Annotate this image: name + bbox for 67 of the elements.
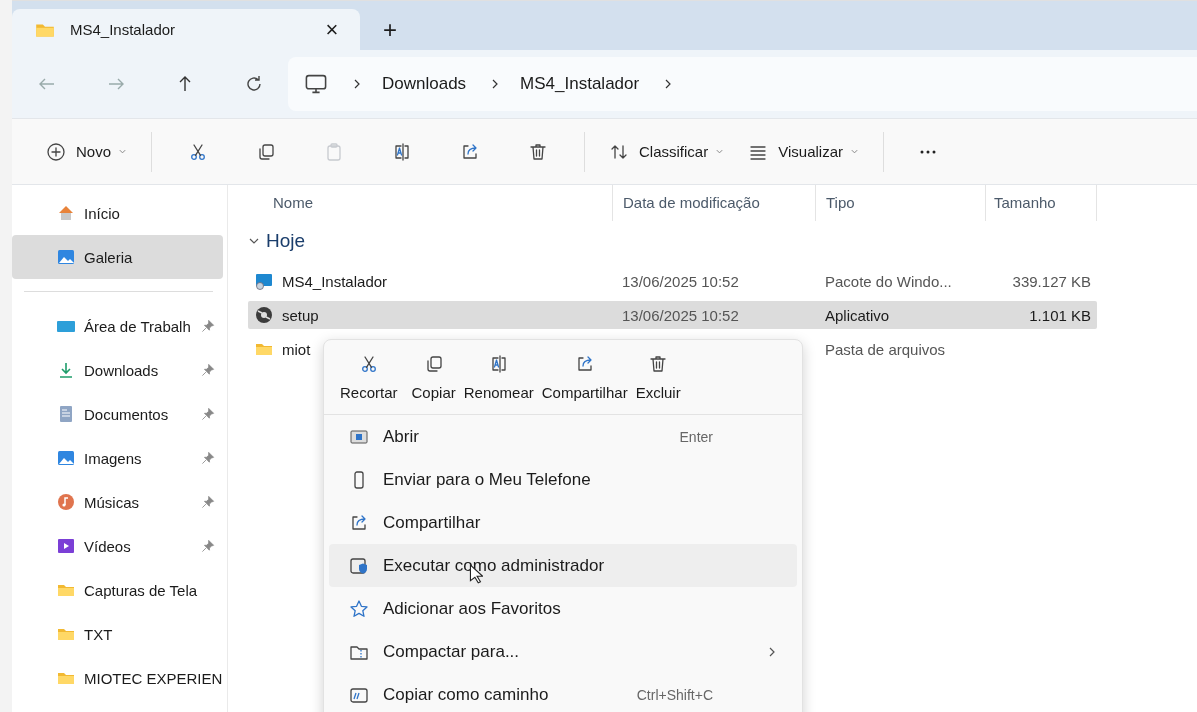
shortcut-text: Enter: [679, 428, 713, 445]
file-row[interactable]: MS4_Instalador 13/06/2025 10:52 Pacote do Windo... 339.127 KB: [248, 267, 1097, 295]
chevron-icon: [352, 79, 362, 89]
music-icon: [56, 492, 76, 512]
type-cell: Pasta de arquivos: [825, 340, 946, 358]
shortcut-text: Ctrl+Shift+C: [636, 686, 713, 703]
installer-icon: [254, 271, 274, 291]
pin-icon: [201, 319, 215, 333]
type-cell: Pacote do Windo...: [825, 272, 952, 290]
list-view-menu-button[interactable]: Visualizar: [736, 131, 871, 172]
pin-icon: [201, 451, 215, 465]
sort-menu-button[interactable]: Classificar: [597, 131, 737, 172]
close-tab-button[interactable]: ×: [318, 16, 346, 43]
file-row[interactable]: setup 13/06/2025 10:52 Aplicativo 1.101 KB: [248, 301, 1097, 329]
sidebar-item[interactable]: Início: [12, 191, 223, 235]
picture-icon: [56, 448, 76, 468]
pin-icon: [201, 495, 215, 509]
group-header[interactable]: Hoje: [248, 221, 306, 261]
plus-circle-menu-button[interactable]: Novo: [34, 131, 140, 172]
file-name: miot: [282, 340, 311, 358]
new-tab-button[interactable]: +: [360, 9, 420, 50]
address-bar[interactable]: Downloads MS4_Instalador: [288, 57, 1197, 111]
menu-item[interactable]: Abrir Enter: [329, 415, 797, 458]
type-cell: Aplicativo: [825, 306, 890, 324]
date-cell: 13/06/2025 10:52: [622, 272, 739, 290]
menu-item[interactable]: Compartilhar: [329, 501, 797, 544]
refresh-icon[interactable]: [244, 74, 264, 94]
video-icon: [56, 536, 76, 556]
caret-icon: [715, 147, 725, 156]
tab-title: MS4_Instalador: [70, 21, 177, 38]
disc-icon: [254, 305, 274, 325]
menu-item[interactable]: Enviar para o Meu Telefone: [329, 458, 797, 501]
folder-tab[interactable]: MS4_Instalador ×: [12, 9, 360, 50]
sidebar-item[interactable]: Galeria: [12, 235, 223, 279]
breadcrumb[interactable]: Downloads: [382, 74, 467, 94]
sidebar-item[interactable]: Downloads: [12, 348, 223, 392]
sidebar-item[interactable]: Documentos: [12, 392, 223, 436]
caret-icon: [850, 147, 859, 156]
column-header[interactable]: Tamanho: [985, 185, 1097, 221]
sidebar-item[interactable]: TXT: [12, 612, 223, 656]
size-cell: 339.127 KB: [1012, 272, 1091, 290]
sidebar-item[interactable]: Área de Trabalh: [12, 304, 223, 348]
caret-icon: [118, 147, 128, 156]
date-cell: 13/06/2025 10:52: [622, 306, 739, 324]
menu-item[interactable]: Adicionar aos Favoritos: [329, 587, 797, 630]
star-icon: [349, 598, 369, 619]
menu-item[interactable]: Compactar para...: [329, 630, 797, 673]
group-label: Hoje: [266, 230, 306, 252]
computer-icon: [304, 72, 328, 96]
column-header[interactable]: Data de modificação: [612, 185, 815, 221]
sidebar-item[interactable]: Capturas de Tela: [12, 568, 223, 612]
shield-icon: [349, 555, 369, 576]
sidebar-item[interactable]: Imagens: [12, 436, 223, 480]
pin-icon: [201, 539, 215, 553]
gallery-icon: [56, 247, 76, 267]
pin-icon: [201, 407, 215, 421]
breadcrumb[interactable]: MS4_Instalador: [520, 74, 640, 94]
column-header[interactable]: Tipo: [815, 185, 985, 221]
size-cell: 1.101 KB: [1029, 306, 1091, 324]
sidebar-item[interactable]: Músicas: [12, 480, 223, 524]
file-name: MS4_Instalador: [282, 272, 388, 290]
file-name: setup: [282, 306, 319, 324]
sidebar-item[interactable]: MIOTEC EXPERIEN: [12, 656, 223, 700]
pin-icon: [201, 363, 215, 377]
menu-item[interactable]: Copiar como caminho Ctrl+Shift+C: [329, 673, 797, 712]
column-header[interactable]: Nome: [248, 185, 612, 221]
sidebar-item[interactable]: Vídeos: [12, 524, 223, 568]
